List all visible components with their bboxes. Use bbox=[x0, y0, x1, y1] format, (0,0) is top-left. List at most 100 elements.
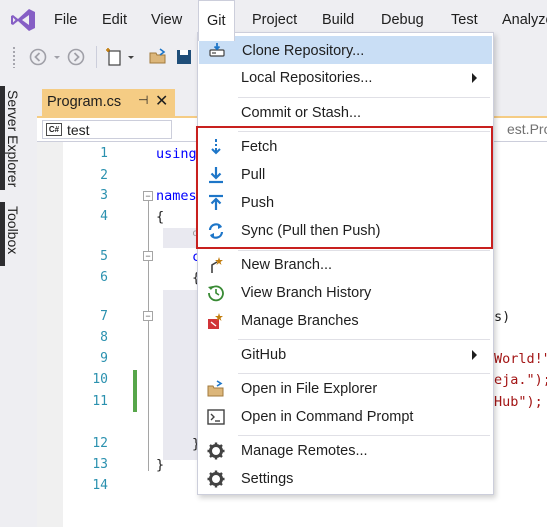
project-name: test bbox=[67, 122, 90, 138]
line-number: 2 bbox=[100, 168, 108, 183]
fold-toggle[interactable]: − bbox=[143, 251, 153, 261]
line-number: 10 bbox=[92, 372, 108, 387]
menu-file[interactable]: File bbox=[54, 0, 77, 40]
line-number: 1 bbox=[100, 146, 108, 161]
menu-item-commit-or-stash[interactable]: Commit or Stash... bbox=[199, 99, 492, 127]
folder-icon bbox=[207, 380, 224, 397]
menu-item-local-repositories[interactable]: Local Repositories... bbox=[199, 64, 492, 92]
menu-item-view-branch-history[interactable]: View Branch History bbox=[199, 279, 492, 307]
line-number: 7 bbox=[100, 309, 108, 324]
open-folder-icon[interactable] bbox=[148, 47, 168, 67]
menu-item-open-file-explorer[interactable]: Open in File Explorer bbox=[199, 375, 492, 403]
menu-item-label: Push bbox=[241, 195, 275, 211]
project-dropdown[interactable]: C# test bbox=[42, 120, 172, 139]
menu-item-label: Pull bbox=[241, 167, 266, 183]
fetch-icon bbox=[211, 139, 221, 155]
manage-branches-icon bbox=[208, 313, 223, 329]
code-line-1: using bbox=[156, 146, 197, 162]
change-marker bbox=[133, 370, 137, 412]
menu-item-label: Clone Repository... bbox=[242, 43, 365, 59]
push-icon bbox=[209, 194, 223, 210]
line-number: 4 bbox=[100, 209, 108, 224]
new-dropdown-icon[interactable] bbox=[126, 47, 136, 67]
line-number: 8 bbox=[100, 330, 108, 345]
menu-edit[interactable]: Edit bbox=[102, 0, 127, 40]
new-branch-icon bbox=[211, 257, 223, 273]
line-number: 3 bbox=[100, 188, 108, 203]
menu-view[interactable]: View bbox=[151, 0, 182, 40]
menu-separator bbox=[238, 97, 490, 98]
side-panel: Server Explorer Toolbox bbox=[0, 82, 37, 527]
menu-item-manage-remotes[interactable]: Manage Remotes... bbox=[199, 437, 492, 465]
menu-separator bbox=[238, 339, 490, 340]
menu-git[interactable]: Git bbox=[198, 0, 235, 41]
save-icon[interactable] bbox=[174, 47, 194, 67]
menu-item-github[interactable]: GitHub bbox=[199, 341, 492, 369]
sync-icon bbox=[208, 223, 224, 239]
fold-toggle[interactable]: − bbox=[143, 311, 153, 321]
menu-item-label: Local Repositories... bbox=[241, 70, 373, 86]
back-icon[interactable] bbox=[28, 47, 48, 67]
menu-item-clone-repository[interactable]: Clone Repository... bbox=[199, 36, 492, 64]
code-line-10: eja."); bbox=[494, 372, 547, 388]
fold-toggle[interactable]: − bbox=[143, 191, 153, 201]
toolbar-separator bbox=[96, 46, 97, 68]
submenu-arrow-icon bbox=[472, 350, 477, 360]
menu-item-manage-branches[interactable]: Manage Branches bbox=[199, 307, 492, 335]
forward-icon[interactable] bbox=[66, 47, 86, 67]
menu-analyze[interactable]: Analyze bbox=[502, 0, 547, 40]
new-project-icon[interactable] bbox=[104, 47, 124, 67]
editor-gutter bbox=[37, 142, 63, 527]
back-dropdown-icon[interactable] bbox=[52, 47, 62, 67]
code-line-7: s) bbox=[494, 309, 511, 325]
menu-item-settings[interactable]: Settings bbox=[199, 465, 492, 493]
code-line-3: names bbox=[156, 188, 197, 204]
server-explorer-tab[interactable]: Server Explorer bbox=[0, 86, 30, 190]
menu-item-open-command-prompt[interactable]: Open in Command Prompt bbox=[199, 403, 492, 431]
menu-item-label: Open in File Explorer bbox=[241, 381, 378, 397]
menu-item-label: GitHub bbox=[241, 347, 287, 363]
line-number: 14 bbox=[92, 478, 108, 493]
close-icon[interactable]: ✕ bbox=[155, 91, 168, 111]
gear-icon bbox=[207, 442, 225, 460]
menu-item-label: Manage Branches bbox=[241, 313, 359, 329]
code-line-9: World!" bbox=[494, 351, 547, 367]
code-line-4: { bbox=[156, 209, 165, 225]
menu-item-new-branch[interactable]: New Branch... bbox=[199, 251, 492, 279]
type-dropdown-text[interactable]: est.Prog bbox=[507, 121, 547, 137]
line-number: 13 bbox=[92, 457, 108, 472]
csharp-project-icon: C# bbox=[46, 123, 62, 136]
fold-guide bbox=[148, 201, 149, 471]
menu-item-label: Fetch bbox=[241, 139, 278, 155]
menu-item-label: Sync (Pull then Push) bbox=[241, 223, 381, 239]
line-number: 6 bbox=[100, 270, 108, 285]
tab-program-cs[interactable]: Program.cs ⊣ ✕ bbox=[42, 89, 175, 117]
toolbox-label: Toolbox bbox=[5, 206, 21, 255]
history-icon bbox=[208, 285, 224, 302]
line-number: 12 bbox=[92, 436, 108, 451]
git-menu: Clone Repository... Local Repositories..… bbox=[197, 32, 494, 495]
menu-item-label: Manage Remotes... bbox=[241, 443, 368, 459]
menu-item-label: Settings bbox=[241, 471, 294, 487]
menu-item-push[interactable]: Push bbox=[199, 189, 492, 217]
toolbox-tab[interactable]: Toolbox bbox=[0, 202, 30, 266]
server-explorer-label: Server Explorer bbox=[5, 90, 21, 188]
menu-item-pull[interactable]: Pull bbox=[199, 161, 492, 189]
menu-item-fetch[interactable]: Fetch bbox=[199, 133, 492, 161]
toolbar-grip[interactable] bbox=[12, 46, 16, 68]
menu-item-label: New Branch... bbox=[241, 257, 333, 273]
line-number: 5 bbox=[100, 249, 108, 264]
menu-item-sync[interactable]: Sync (Pull then Push) bbox=[199, 217, 492, 245]
menu-item-label: Commit or Stash... bbox=[241, 105, 362, 121]
menu-separator bbox=[238, 373, 490, 374]
pull-icon bbox=[209, 167, 223, 184]
menu-separator bbox=[238, 131, 490, 132]
clone-repo-icon bbox=[209, 43, 225, 57]
submenu-arrow-icon bbox=[472, 73, 477, 83]
menu-separator bbox=[238, 435, 490, 436]
menu-item-label: View Branch History bbox=[241, 285, 372, 301]
code-line-14: } bbox=[156, 457, 165, 473]
pin-icon[interactable]: ⊣ bbox=[138, 93, 148, 107]
console-icon bbox=[207, 409, 225, 425]
menu-item-label: Open in Command Prompt bbox=[241, 409, 414, 425]
